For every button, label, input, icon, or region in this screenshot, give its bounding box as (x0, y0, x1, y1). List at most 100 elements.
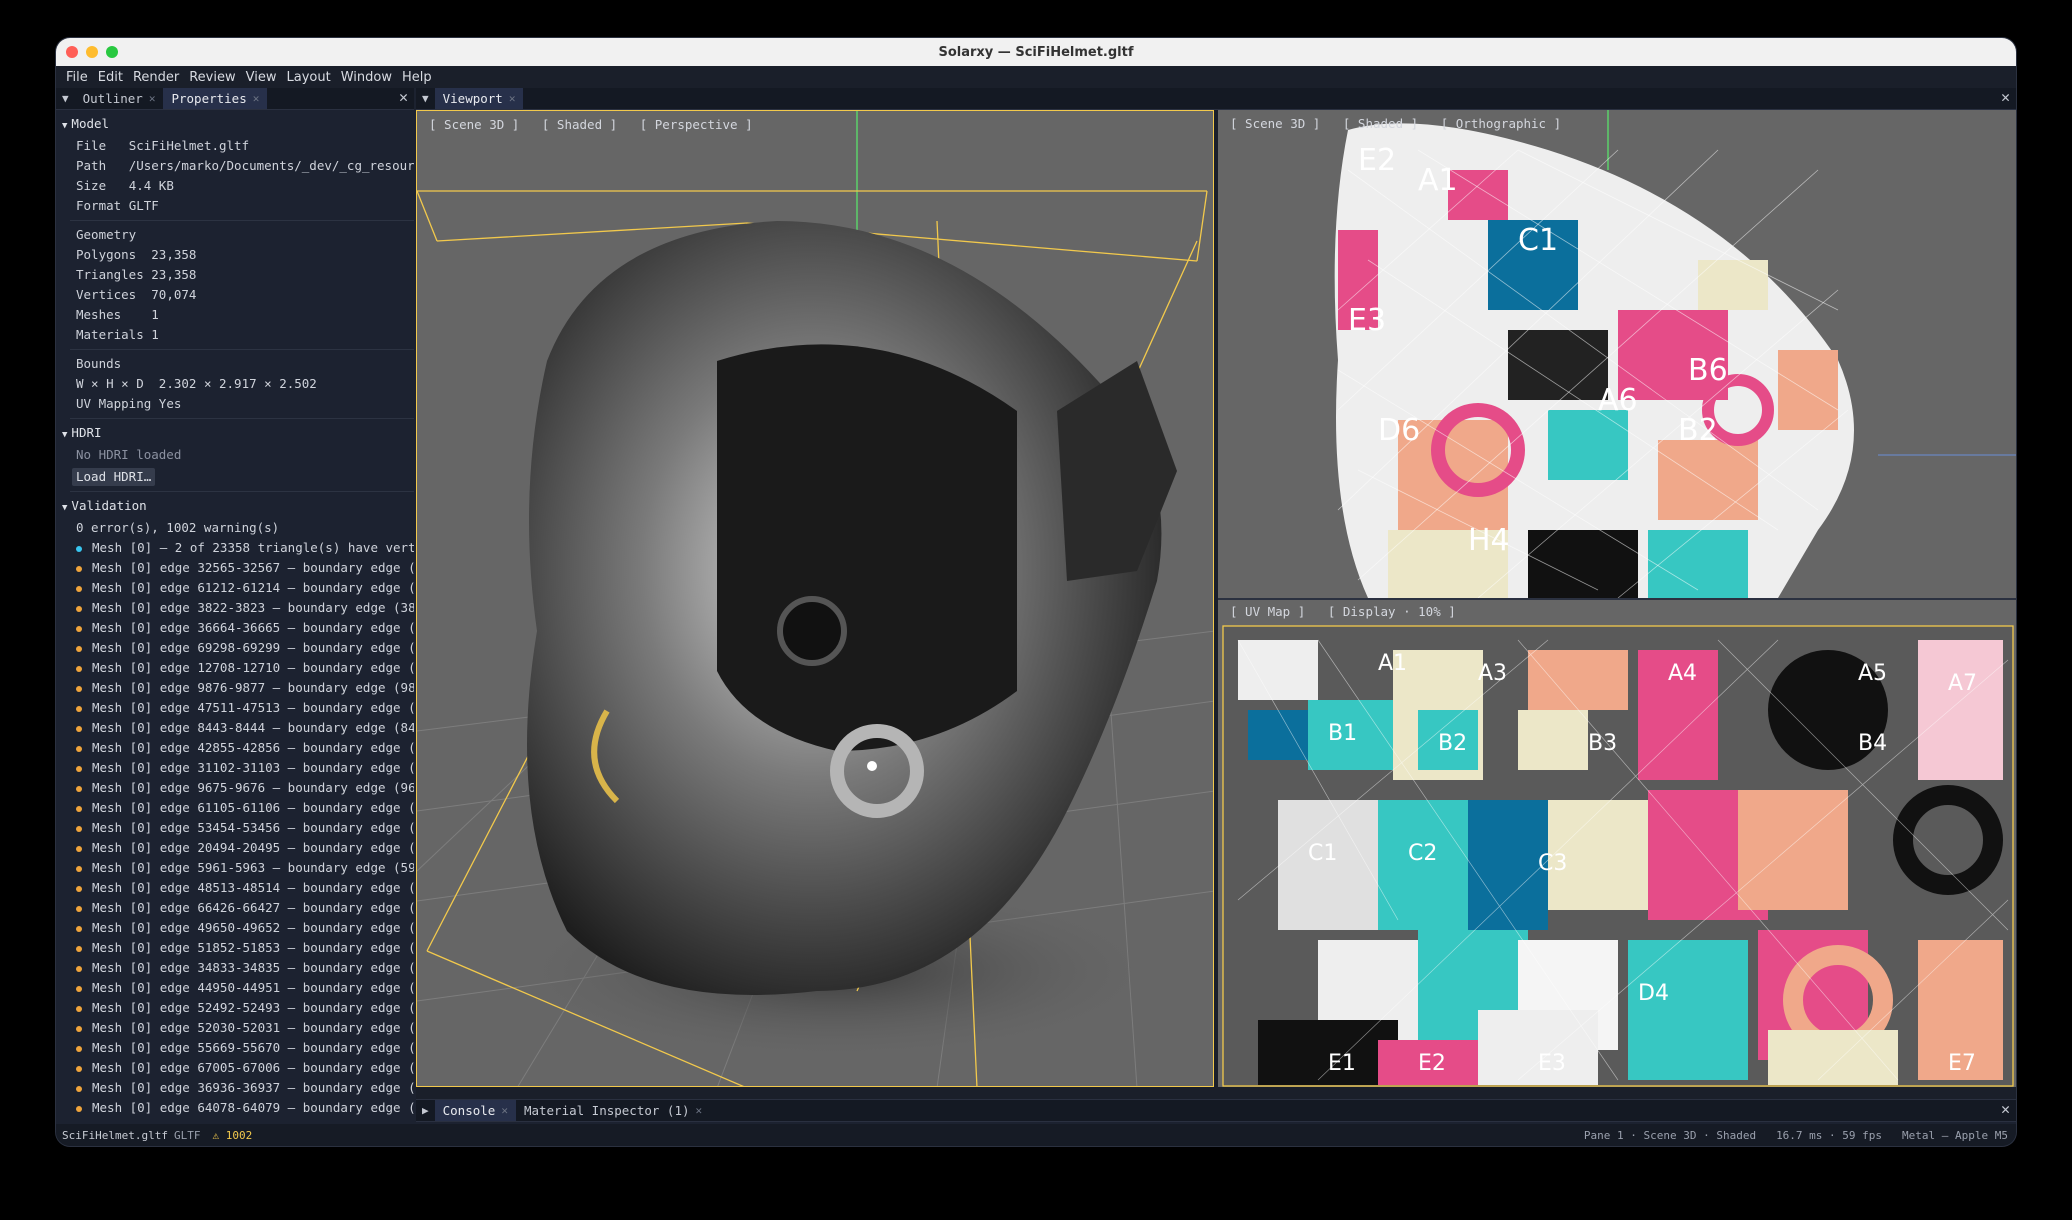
hdri-section-header[interactable]: ▼ HDRI (56, 423, 414, 445)
property-row: Size 4.4 KB (56, 176, 414, 196)
window-title: Solarxy — SciFiHelmet.gltf (938, 44, 1134, 60)
pane2-hud[interactable]: [ Scene 3D ] [ Shaded ] [ Orthographic ] (1230, 116, 1561, 131)
collapse-triangle-icon[interactable]: ▼ (416, 92, 435, 105)
viewport-area: [ Scene 3D ] [ Shaded ] [ Perspective ] (416, 110, 2016, 1120)
validation-item[interactable]: Mesh [0] edge 47511-47513 — boundary edg… (56, 698, 414, 718)
property-value: SciFiHelmet.gltf (128, 138, 250, 153)
close-viewport-icon[interactable]: ✕ (2001, 88, 2010, 106)
validation-item[interactable]: Mesh [0] edge 5961-5963 — boundary edge … (56, 858, 414, 878)
validation-item[interactable]: Mesh [0] edge 36664-36665 — boundary edg… (56, 618, 414, 638)
validation-item[interactable]: Mesh [0] edge 61212-61214 — boundary edg… (56, 578, 414, 598)
tab-properties[interactable]: Properties ✕ (163, 88, 268, 109)
validation-item[interactable]: Mesh [0] edge 64078-64079 — boundary edg… (56, 1098, 414, 1118)
warning-dot-icon (76, 1045, 82, 1052)
tab-outliner[interactable]: Outliner ✕ (75, 88, 164, 109)
property-value: 23,358 (151, 267, 197, 282)
orthographic-pane[interactable]: E2 C1 E3 D6 A6 B2 H4 A1 B6 [ Scene 3D ] [ Shaded… (1218, 110, 2016, 600)
validation-item[interactable]: Mesh [0] edge 42855-42856 — boundary edg… (56, 738, 414, 758)
uv-label: A4 (1668, 661, 1697, 686)
validation-item[interactable]: Mesh [0] edge 9876-9877 — boundary edge … (56, 678, 414, 698)
property-row: Materials 1 (56, 325, 414, 345)
validation-item[interactable]: Mesh [0] — 2 of 23358 triangle(s) have v… (56, 538, 414, 558)
maximize-window-button[interactable] (106, 46, 118, 58)
menu-file[interactable]: File (66, 70, 88, 85)
validation-item[interactable]: Mesh [0] edge 12708-12710 — boundary edg… (56, 658, 414, 678)
uv-label: B1 (1328, 721, 1357, 746)
validation-text: Mesh [0] edge 8443-8444 — boundary edge … (92, 720, 414, 735)
status-format: GLTF (173, 1128, 201, 1142)
validation-text: Mesh [0] edge 69298-69299 — boundary edg… (92, 640, 414, 655)
close-window-button[interactable] (66, 46, 78, 58)
menu-review[interactable]: Review (189, 70, 235, 85)
close-panel-icon[interactable]: ✕ (399, 88, 408, 106)
validation-item[interactable]: Mesh [0] edge 48513-48514 — boundary edg… (56, 878, 414, 898)
validation-item[interactable]: Mesh [0] edge 69298-69299 — boundary edg… (56, 638, 414, 658)
validation-item[interactable]: Mesh [0] edge 44950-44951 — boundary edg… (56, 978, 414, 998)
perspective-pane[interactable]: [ Scene 3D ] [ Shaded ] [ Perspective ] (416, 110, 1214, 1087)
menu-render[interactable]: Render (133, 70, 179, 85)
validation-text: Mesh [0] edge 9675-9676 — boundary edge … (92, 780, 414, 795)
close-bottom-panel-icon[interactable]: ✕ (2001, 1100, 2010, 1118)
validation-item[interactable]: Mesh [0] edge 9675-9676 — boundary edge … (56, 778, 414, 798)
property-value: 1 (151, 307, 159, 322)
close-tab-icon[interactable]: ✕ (253, 92, 260, 105)
validation-item[interactable]: Mesh [0] edge 61105-61106 — boundary edg… (56, 798, 414, 818)
warning-dot-icon (76, 945, 82, 952)
uv-map-pane[interactable]: [ UV Map ] [ Display · 10% ] A1 A3 A4 A5… (1218, 600, 2016, 1087)
validation-item[interactable]: Mesh [0] edge 52030-52031 — boundary edg… (56, 1018, 414, 1038)
validation-item[interactable]: Mesh [0] edge 20494-20495 — boundary edg… (56, 838, 414, 858)
validation-section-header[interactable]: ▼ Validation (56, 496, 414, 518)
validation-item[interactable]: Mesh [0] edge 12858-12859 — boundary edg… (56, 1118, 414, 1120)
expand-triangle-icon[interactable]: ▶ (416, 1104, 435, 1117)
validation-item[interactable]: Mesh [0] edge 67005-67006 — boundary edg… (56, 1058, 414, 1078)
helmet-uv-label: B6 (1688, 353, 1728, 388)
validation-item[interactable]: Mesh [0] edge 49650-49652 — boundary edg… (56, 918, 414, 938)
validation-item[interactable]: Mesh [0] edge 8443-8444 — boundary edge … (56, 718, 414, 738)
validation-item[interactable]: Mesh [0] edge 51852-51853 — boundary edg… (56, 938, 414, 958)
menu-edit[interactable]: Edit (98, 70, 123, 85)
tab-viewport[interactable]: Viewport ✕ (434, 88, 524, 109)
validation-item[interactable]: Mesh [0] edge 52492-52493 — boundary edg… (56, 998, 414, 1018)
viewport-tab-bar: ▼ Viewport ✕ ✕ (416, 88, 2016, 110)
tab-console[interactable]: Console ✕ (434, 1100, 516, 1121)
ortho-canvas[interactable]: E2 C1 E3 D6 A6 B2 H4 A1 B6 (1218, 110, 2016, 598)
minimize-window-button[interactable] (86, 46, 98, 58)
menu-help[interactable]: Help (402, 70, 432, 85)
tab-material-inspector[interactable]: Material Inspector (1) ✕ (516, 1100, 710, 1121)
close-tab-icon[interactable]: ✕ (509, 92, 516, 105)
close-tab-icon[interactable]: ✕ (149, 92, 156, 105)
property-key: Triangles (76, 267, 144, 282)
validation-item[interactable]: Mesh [0] edge 55669-55670 — boundary edg… (56, 1038, 414, 1058)
validation-item[interactable]: Mesh [0] edge 31102-31103 — boundary edg… (56, 758, 414, 778)
validation-header-label: Validation (71, 498, 147, 513)
menu-window[interactable]: Window (341, 70, 392, 85)
uv-label: A3 (1478, 661, 1507, 686)
uv-label: B4 (1858, 731, 1887, 756)
pane1-hud[interactable]: [ Scene 3D ] [ Shaded ] [ Perspective ] (429, 117, 753, 132)
property-key: Format (76, 198, 122, 213)
load-hdri-button[interactable]: Load HDRI… (72, 468, 156, 486)
menu-layout[interactable]: Layout (286, 70, 330, 85)
validation-item[interactable]: Mesh [0] edge 66426-66427 — boundary edg… (56, 898, 414, 918)
uv-map-canvas[interactable]: A1 A3 A4 A5 A7 B1 B2 B3 B4 C1 C2 C3 D4 E1 E2 E3 E7 (1218, 600, 2016, 1087)
status-warnings[interactable]: ⚠ 1002 (212, 1129, 252, 1142)
model-section-header[interactable]: ▼ Model (56, 114, 414, 136)
validation-text: Mesh [0] edge 44950-44951 — boundary edg… (92, 980, 414, 995)
scene-3d-canvas[interactable] (417, 111, 1214, 1087)
property-value: 70,074 (151, 287, 197, 302)
validation-item[interactable]: Mesh [0] edge 3822-3823 — boundary edge … (56, 598, 414, 618)
close-tab-icon[interactable]: ✕ (696, 1104, 703, 1117)
collapse-triangle-icon[interactable]: ▼ (56, 92, 75, 105)
property-value: 1 (151, 327, 159, 342)
validation-text: Mesh [0] edge 42855-42856 — boundary edg… (92, 740, 414, 755)
validation-text: Mesh [0] edge 67005-67006 — boundary edg… (92, 1060, 414, 1075)
validation-item[interactable]: Mesh [0] edge 34833-34835 — boundary edg… (56, 958, 414, 978)
validation-item[interactable]: Mesh [0] edge 32565-32567 — boundary edg… (56, 558, 414, 578)
warning-dot-icon (76, 1025, 82, 1032)
close-tab-icon[interactable]: ✕ (501, 1104, 508, 1117)
menu-view[interactable]: View (246, 70, 277, 85)
validation-item[interactable]: Mesh [0] edge 53454-53456 — boundary edg… (56, 818, 414, 838)
bottom-tab-bar: ▶ Console ✕ Material Inspector (1) ✕ ✕ (416, 1099, 2016, 1122)
helmet-uv-label: E2 (1358, 143, 1396, 178)
validation-item[interactable]: Mesh [0] edge 36936-36937 — boundary edg… (56, 1078, 414, 1098)
